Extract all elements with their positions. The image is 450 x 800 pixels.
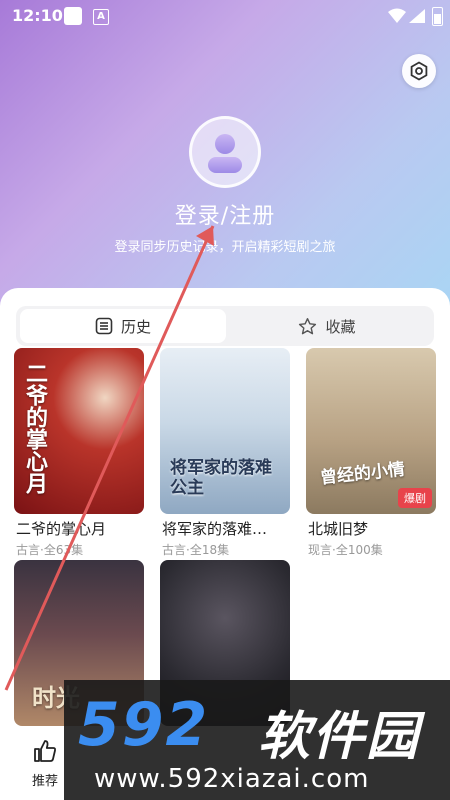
site-watermark: 592 软件园 www.592xiazai.com (64, 680, 450, 800)
watermark-url: www.592xiazai.com (94, 764, 370, 794)
watermark-number: 592 (78, 690, 210, 760)
watermark-brand: 软件园 (258, 707, 421, 767)
